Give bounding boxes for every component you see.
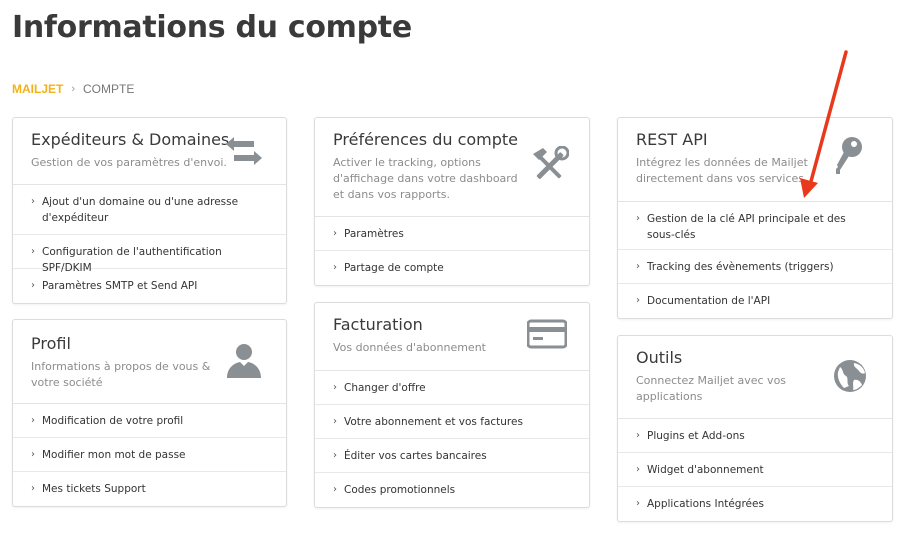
link-label: Votre abonnement et vos factures <box>344 416 523 428</box>
card-preferences-compte: Préférences du compte Activer le trackin… <box>314 117 590 286</box>
link-label: Paramètres SMTP et Send API <box>42 280 198 292</box>
key-icon <box>834 136 866 176</box>
chevron-right-icon: › <box>636 498 640 509</box>
chevron-right-icon: › <box>636 464 640 475</box>
link-widget-abonnement[interactable]: › Widget d'abonnement <box>618 453 892 487</box>
link-label: Modifier mon mot de passe <box>42 449 186 461</box>
link-codes-promotionnels[interactable]: › Codes promotionnels <box>315 473 589 507</box>
link-documentation-api[interactable]: › Documentation de l'API <box>618 284 892 318</box>
chevron-right-icon: › <box>636 213 640 224</box>
globe-icon <box>832 358 868 394</box>
chevron-right-icon: › <box>31 415 35 426</box>
card-header: Profil Informations à propos de vous & v… <box>13 320 286 404</box>
user-icon <box>224 340 264 380</box>
card-profil: Profil Informations à propos de vous & v… <box>12 319 287 507</box>
link-parametres[interactable]: › Paramètres <box>315 217 589 251</box>
link-label: Tracking des évènements (triggers) <box>647 261 834 273</box>
chevron-right-icon: › <box>333 484 337 495</box>
credit-card-icon <box>526 319 568 349</box>
link-changer-offre[interactable]: › Changer d'offre <box>315 371 589 405</box>
link-label: Documentation de l'API <box>647 295 771 307</box>
card-subtitle: Informations à propos de vous & votre so… <box>31 360 211 389</box>
breadcrumb-separator: › <box>71 83 76 95</box>
link-label: Applications Intégrées <box>647 498 764 510</box>
link-ajout-domaine[interactable]: › Ajout d'un domaine ou d'une adresse d'e… <box>13 185 286 235</box>
link-cartes-bancaires[interactable]: › Éditer vos cartes bancaires <box>315 439 589 473</box>
chevron-right-icon: › <box>636 261 640 272</box>
chevron-right-icon: › <box>333 262 337 273</box>
card-header: Outils Connectez Mailjet avec vos applic… <box>618 336 892 419</box>
link-label: Modification de votre profil <box>42 415 184 427</box>
chevron-right-icon: › <box>31 280 35 291</box>
card-outils: Outils Connectez Mailjet avec vos applic… <box>617 335 893 522</box>
chevron-right-icon: › <box>333 228 337 239</box>
link-modification-profil[interactable]: › Modification de votre profil <box>13 404 286 438</box>
card-header: REST API Intégrez les données de Mailjet… <box>618 118 892 202</box>
link-label: Plugins et Add-ons <box>647 430 745 442</box>
chevron-right-icon: › <box>31 449 35 460</box>
chevron-right-icon: › <box>636 430 640 441</box>
link-label: Changer d'offre <box>344 382 426 394</box>
card-facturation: Facturation Vos données d'abonnement › Ch… <box>314 302 590 508</box>
link-label: Codes promotionnels <box>344 484 456 496</box>
breadcrumb-home-link[interactable]: MAILJET <box>12 82 63 96</box>
link-label: Partage de compte <box>344 262 444 274</box>
chevron-right-icon: › <box>636 295 640 306</box>
chevron-right-icon: › <box>333 450 337 461</box>
link-abonnement-factures[interactable]: › Votre abonnement et vos factures <box>315 405 589 439</box>
card-expediteurs-domaines: Expéditeurs & Domaines Gestion de vos pa… <box>12 117 287 304</box>
link-tracking-evenements[interactable]: › Tracking des évènements (triggers) <box>618 250 892 284</box>
card-rest-api: REST API Intégrez les données de Mailjet… <box>617 117 893 319</box>
breadcrumb: MAILJET › COMPTE <box>12 82 134 96</box>
card-subtitle: Connectez Mailjet avec vos applications <box>636 374 787 403</box>
link-label: Gestion de la clé API principale et des … <box>647 213 846 241</box>
link-tickets-support[interactable]: › Mes tickets Support <box>13 472 286 506</box>
breadcrumb-current: COMPTE <box>83 82 135 96</box>
swap-arrows-icon <box>224 134 264 168</box>
link-label: Ajout d'un domaine ou d'une adresse d'ex… <box>42 196 239 224</box>
chevron-right-icon: › <box>31 483 35 494</box>
chevron-right-icon: › <box>333 382 337 393</box>
link-mot-de-passe[interactable]: › Modifier mon mot de passe <box>13 438 286 472</box>
link-label: Paramètres <box>344 228 404 240</box>
link-partage-compte[interactable]: › Partage de compte <box>315 251 589 285</box>
page-title: Informations du compte <box>12 10 412 45</box>
card-header: Expéditeurs & Domaines Gestion de vos pa… <box>13 118 286 185</box>
chevron-right-icon: › <box>31 246 35 257</box>
card-subtitle: Activer le tracking, options d'affichage… <box>333 156 518 201</box>
link-label: Widget d'abonnement <box>647 464 764 476</box>
card-header: Facturation Vos données d'abonnement <box>315 303 589 371</box>
link-label: Éditer vos cartes bancaires <box>344 450 487 462</box>
chevron-right-icon: › <box>333 416 337 427</box>
card-subtitle: Intégrez les données de Mailjet directem… <box>636 156 808 185</box>
link-label: Configuration de l'authentification SPF/… <box>42 246 222 274</box>
link-applications-integrees[interactable]: › Applications Intégrées <box>618 487 892 521</box>
link-label: Mes tickets Support <box>42 483 146 495</box>
tools-icon <box>529 145 570 186</box>
link-plugins-addons[interactable]: › Plugins et Add-ons <box>618 419 892 453</box>
link-spf-dkim[interactable]: › Configuration de l'authentification SPF… <box>13 235 286 274</box>
chevron-right-icon: › <box>31 196 35 207</box>
link-gestion-cle-api[interactable]: › Gestion de la clé API principale et des… <box>618 202 892 250</box>
card-header: Préférences du compte Activer le trackin… <box>315 118 589 217</box>
